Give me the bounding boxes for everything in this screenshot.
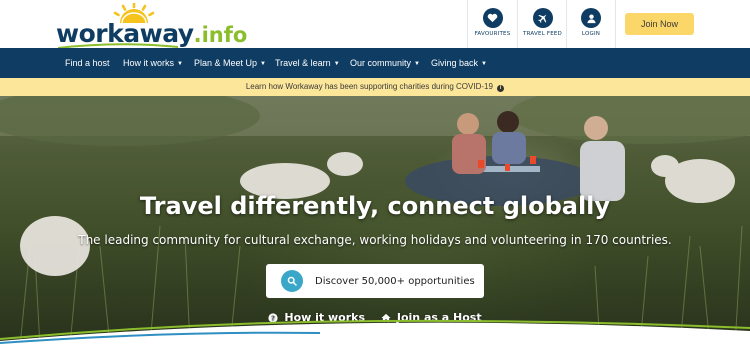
join-now-button[interactable]: Join Now bbox=[625, 13, 694, 35]
login-label: LOGIN bbox=[581, 31, 601, 37]
banner-text: Learn how Workaway has been supporting c… bbox=[245, 82, 493, 91]
nav-find-a-host[interactable]: Find a host bbox=[65, 48, 110, 78]
login-link[interactable]: LOGIN bbox=[566, 0, 616, 48]
search-icon bbox=[281, 270, 303, 292]
info-icon: i bbox=[497, 85, 505, 92]
nav-label: Travel & learn bbox=[275, 58, 331, 68]
nav-label: Giving back bbox=[431, 58, 479, 68]
airplane-icon bbox=[532, 8, 553, 28]
heart-icon bbox=[482, 8, 503, 28]
nav-label: Our community bbox=[350, 58, 412, 68]
workaway-logo[interactable]: workaway.info bbox=[56, 3, 247, 49]
nav-label: Find a host bbox=[65, 58, 110, 68]
favourites-label: FAVOURITES bbox=[474, 31, 511, 37]
covid-announcement-banner[interactable]: Learn how Workaway has been supporting c… bbox=[0, 78, 750, 96]
site-header: workaway.info FAVOURITES TRAVEL FEED LOG… bbox=[0, 0, 750, 49]
caret-down-icon: ▼ bbox=[260, 61, 266, 67]
user-icon bbox=[581, 8, 601, 28]
favourites-link[interactable]: FAVOURITES bbox=[467, 0, 517, 48]
hero-subtitle: The leading community for cultural excha… bbox=[78, 233, 672, 247]
caret-down-icon: ▼ bbox=[414, 61, 420, 67]
hero-title: Travel differently, connect globally bbox=[139, 192, 611, 220]
caret-down-icon: ▼ bbox=[177, 61, 183, 67]
caret-down-icon: ▼ bbox=[481, 61, 487, 67]
nav-giving-back[interactable]: Giving back ▼ bbox=[431, 48, 487, 78]
nav-label: Plan & Meet Up bbox=[194, 58, 258, 68]
travel-feed-link[interactable]: TRAVEL FEED bbox=[517, 0, 567, 48]
main-nav: Find a host How it works ▼ Plan & Meet Up… bbox=[0, 48, 750, 78]
nav-how-it-works[interactable]: How it works ▼ bbox=[123, 48, 183, 78]
hero-section: Travel differently, connect globally The… bbox=[0, 96, 750, 347]
nav-label: How it works bbox=[123, 58, 175, 68]
caret-down-icon: ▼ bbox=[333, 61, 340, 67]
hero-background-photo bbox=[0, 96, 750, 347]
discover-label: Discover 50,000+ opportunities bbox=[315, 275, 475, 287]
travel-feed-label: TRAVEL FEED bbox=[523, 31, 562, 37]
hero-bottom-wave bbox=[0, 319, 750, 347]
nav-plan-meet-up[interactable]: Plan & Meet Up ▼ bbox=[194, 48, 266, 78]
discover-opportunities-button[interactable]: Discover 50,000+ opportunities bbox=[266, 264, 484, 298]
nav-travel-learn[interactable]: Travel & learn ▼ bbox=[275, 48, 340, 78]
nav-our-community[interactable]: Our community ▼ bbox=[350, 48, 420, 78]
